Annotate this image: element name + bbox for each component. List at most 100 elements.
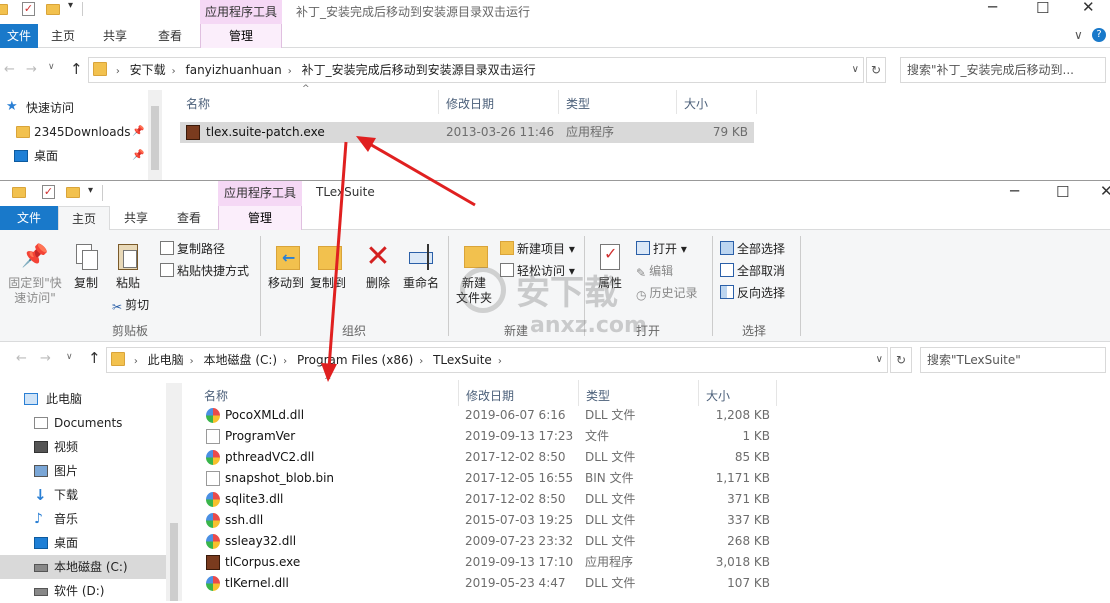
pin-to-quick-access-button[interactable]: 📌 固定到"快 速访问" [6, 242, 64, 306]
nav-scrollbar[interactable] [166, 383, 182, 601]
address-dropdown-icon[interactable]: ∨ [876, 348, 883, 372]
new-folder-icon[interactable] [66, 187, 80, 198]
file-row[interactable]: pthreadVC2.dll 2017-12-02 8:50 DLL 文件 85 KB [200, 447, 778, 468]
nav-music[interactable]: ♪ 音乐 [0, 507, 166, 531]
nav-drive-d[interactable]: 软件 (D:) [0, 579, 166, 603]
nav-2345downloads[interactable]: 2345Downloads 📌 [0, 120, 166, 144]
nav-videos[interactable]: 视频 [0, 435, 166, 459]
address-bar[interactable]: › 此电脑 › 本地磁盘 (C:) › Program Files (x86) › T… [106, 347, 888, 373]
tab-view[interactable]: 查看 [142, 24, 198, 48]
column-header-name[interactable]: 名称 [204, 387, 228, 404]
tab-share[interactable]: 共享 [110, 206, 162, 230]
watermark-sub: anxz.com [530, 313, 647, 338]
tab-manage[interactable]: 管理 [218, 206, 302, 230]
select-all-button[interactable]: 全部选择 [720, 241, 785, 257]
column-header-name[interactable]: 名称 [186, 95, 210, 112]
column-header-size[interactable]: 大小 [706, 387, 730, 404]
nav-pictures[interactable]: 图片 [0, 459, 166, 483]
new-item-button[interactable]: 新建项目 ▾ [500, 241, 575, 257]
up-button[interactable]: ↑ [88, 349, 101, 367]
nav-scrollbar[interactable] [148, 90, 162, 180]
breadcrumb-item[interactable]: 补丁_安装完成后移动到安装源目录双击运行 [298, 58, 540, 82]
cut-button[interactable]: ✂ 剪切 [112, 297, 149, 314]
nav-downloads[interactable]: ↓ 下载 [0, 483, 166, 507]
column-header-size[interactable]: 大小 [684, 95, 708, 112]
tab-view[interactable]: 查看 [162, 206, 216, 230]
address-dropdown-icon[interactable]: ∨ [852, 58, 859, 82]
copy-to-button[interactable]: 复制到 [308, 242, 348, 291]
forward-button[interactable]: → [26, 62, 37, 77]
file-row[interactable]: snapshot_blob.bin 2017-12-05 16:55 BIN 文件 1… [200, 468, 778, 489]
move-to-button[interactable]: ← 移动到 [266, 242, 306, 291]
breadcrumb-item[interactable]: TLexSuite [429, 348, 496, 372]
paste-shortcut-button[interactable]: 粘贴快捷方式 [160, 263, 249, 279]
folder-icon[interactable] [0, 4, 8, 15]
paste-button[interactable]: 粘贴 [108, 242, 148, 291]
file-row-selected[interactable]: tlex.suite-patch.exe 2013-03-26 11:46 应用… [180, 122, 754, 143]
properties-check-icon[interactable]: ✓ [42, 185, 55, 199]
column-header-date[interactable]: 修改日期 [466, 387, 514, 404]
tab-share[interactable]: 共享 [88, 24, 142, 48]
ribbon-expand-icon[interactable]: ∨ [1074, 28, 1083, 42]
rename-button[interactable]: 重命名 [400, 242, 442, 291]
forward-button[interactable]: → [40, 351, 51, 366]
breadcrumb-item[interactable]: 此电脑 [144, 348, 188, 372]
file-row[interactable]: PocoXMLd.dll 2019-06-07 6:16 DLL 文件 1,208 K… [200, 405, 778, 426]
sort-arrow-icon: ^ [302, 84, 310, 94]
group-label-organize: 组织 [341, 324, 366, 338]
breadcrumb-item[interactable]: Program Files (x86) [293, 348, 417, 372]
refresh-button[interactable]: ↻ [866, 57, 886, 83]
nav-quick-access[interactable]: ★ 快速访问 [0, 96, 166, 120]
minimize-icon[interactable]: ─ [988, 0, 997, 16]
new-folder-icon[interactable] [46, 4, 60, 15]
search-input[interactable]: 搜索"补丁_安装完成后移动到... [900, 57, 1106, 83]
maximize-icon[interactable]: ☐ [1036, 0, 1049, 17]
recent-dropdown-icon[interactable]: ∨ [66, 352, 73, 362]
invert-selection-button[interactable]: 反向选择 [720, 285, 785, 301]
recent-dropdown-icon[interactable]: ∨ [48, 62, 55, 72]
file-row[interactable]: ssh.dll 2015-07-03 19:25 DLL 文件 337 KB [200, 510, 778, 531]
file-row[interactable]: tlCorpus.exe 2019-09-13 17:10 应用程序 3,018 KB [200, 552, 778, 573]
back-button[interactable]: ← [4, 62, 15, 77]
nav-this-pc[interactable]: 此电脑 [0, 387, 166, 411]
tab-file[interactable]: 文件 [0, 24, 38, 48]
address-bar[interactable]: › 安下载 › fanyizhuanhuan › 补丁_安装完成后移动到安装源目录双… [88, 57, 864, 83]
nav-desktop[interactable]: 桌面 📌 [0, 144, 166, 168]
up-button[interactable]: ↑ [70, 60, 83, 78]
breadcrumb-item[interactable]: 本地磁盘 (C:) [200, 348, 282, 372]
nav-local-disk-c[interactable]: 本地磁盘 (C:) [0, 555, 166, 579]
tab-manage[interactable]: 管理 [200, 24, 282, 48]
breadcrumb-item[interactable]: 安下载 [126, 58, 170, 82]
copy-button[interactable]: 复制 [68, 242, 104, 291]
column-header-date[interactable]: 修改日期 [446, 95, 494, 112]
file-row[interactable]: ProgramVer 2019-09-13 17:23 文件 1 KB [200, 426, 778, 447]
nav-documents[interactable]: Documents [0, 411, 166, 435]
close-icon[interactable]: ✕ [1100, 182, 1110, 200]
copy-path-button[interactable]: 复制路径 [160, 241, 225, 257]
folder-icon[interactable] [12, 187, 26, 198]
tab-home[interactable]: 主页 [58, 206, 110, 231]
back-button[interactable]: ← [16, 351, 27, 366]
tab-home[interactable]: 主页 [38, 24, 88, 48]
tab-file[interactable]: 文件 [0, 206, 58, 230]
file-date: 2015-07-03 19:25 [465, 513, 574, 527]
column-header-type[interactable]: 类型 [586, 387, 610, 404]
file-row[interactable]: tlKernel.dll 2019-05-23 4:47 DLL 文件 107 KB [200, 573, 778, 594]
search-input[interactable]: 搜索"TLexSuite" [920, 347, 1106, 373]
minimize-icon[interactable]: ─ [1010, 182, 1019, 200]
properties-check-icon[interactable]: ✓ [22, 2, 35, 16]
refresh-button[interactable]: ↻ [890, 347, 912, 373]
breadcrumb-item[interactable]: fanyizhuanhuan [182, 58, 286, 82]
nav-desktop[interactable]: 桌面 [0, 531, 166, 555]
help-icon[interactable]: ? [1092, 28, 1106, 42]
quick-access-dropdown-icon[interactable]: ▾ [88, 185, 93, 196]
quick-access-dropdown-icon[interactable]: ▾ [68, 0, 73, 11]
delete-button[interactable]: ✕ 删除 [360, 242, 396, 291]
maximize-icon[interactable]: ☐ [1056, 183, 1069, 201]
column-header-type[interactable]: 类型 [566, 95, 590, 112]
file-row[interactable]: ssleay32.dll 2009-07-23 23:32 DLL 文件 268 KB [200, 531, 778, 552]
open-button[interactable]: 打开 ▾ [636, 241, 687, 257]
close-icon[interactable]: ✕ [1082, 0, 1095, 16]
select-none-button[interactable]: 全部取消 [720, 263, 785, 279]
file-row[interactable]: sqlite3.dll 2017-12-02 8:50 DLL 文件 371 KB [200, 489, 778, 510]
